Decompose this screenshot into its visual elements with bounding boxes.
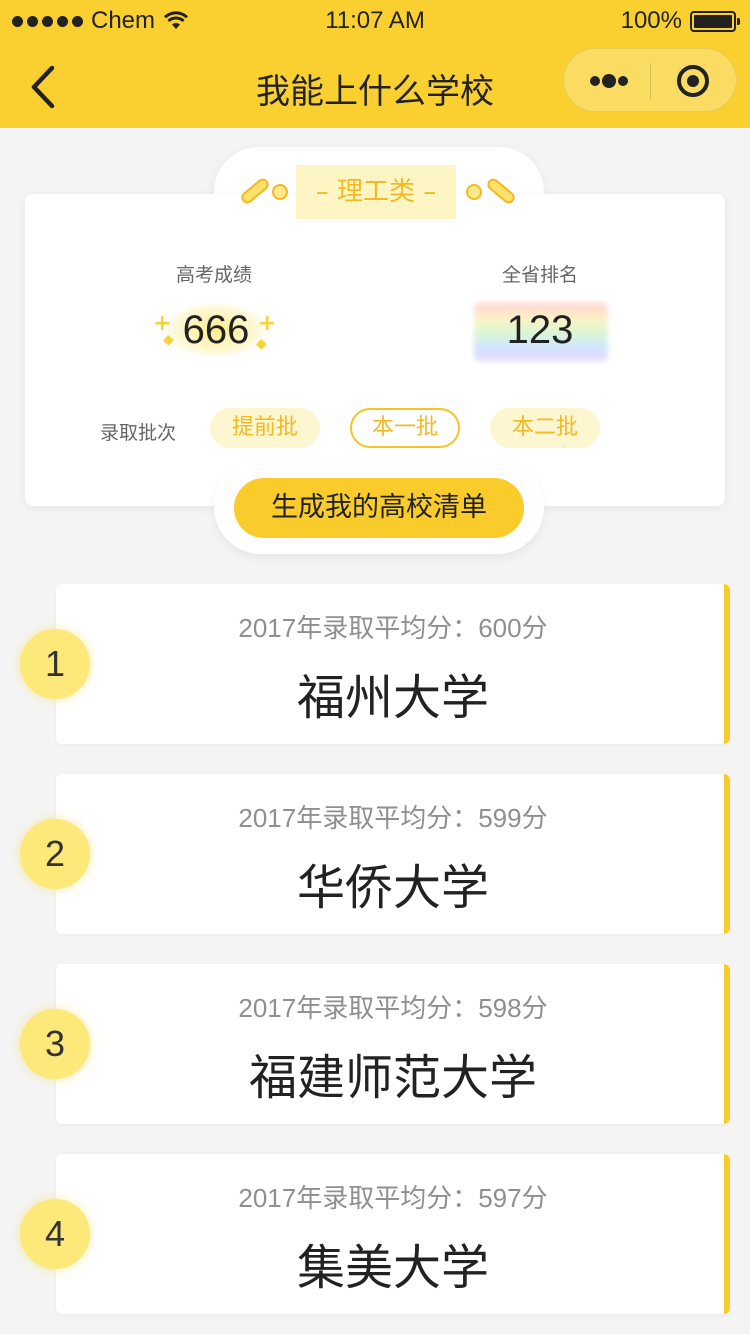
- pencil-decoration-icon: [466, 178, 515, 204]
- mini-program-capsule: [563, 48, 737, 112]
- close-button[interactable]: [651, 49, 738, 113]
- batch-option-tiqian[interactable]: 提前批: [210, 408, 320, 448]
- school-average-score: 2017年录取平均分：598分: [238, 993, 548, 1023]
- status-bar: Chem 11:07 AM 100%: [0, 0, 750, 42]
- school-item-2[interactable]: 2017年录取平均分：599分 华侨大学: [56, 774, 730, 934]
- batch-option-benyi[interactable]: 本一批: [350, 408, 460, 448]
- batch-option-bener[interactable]: 本二批: [490, 408, 600, 448]
- rank-badge: 4: [20, 1199, 90, 1269]
- score-value: 666: [182, 308, 250, 352]
- school-item-4[interactable]: 2017年录取平均分：597分 集美大学: [56, 1154, 730, 1314]
- target-icon: [677, 65, 709, 97]
- batch-label: 录取批次: [100, 422, 177, 444]
- school-item-3[interactable]: 2017年录取平均分：598分 福建师范大学: [56, 964, 730, 1124]
- top-bar: Chem 11:07 AM 100% 我能上什么学校: [0, 0, 750, 128]
- score-label: 高考成绩: [175, 264, 252, 286]
- school-name: 福建师范大学: [248, 1050, 537, 1106]
- school-item-1[interactable]: 2017年录取平均分：600分 福州大学: [56, 584, 730, 744]
- battery-percent: 100%: [620, 7, 682, 34]
- rank-badge: 1: [20, 629, 90, 699]
- rank-label: 全省排名: [501, 264, 578, 286]
- school-average-score: 2017年录取平均分：597分: [238, 1183, 548, 1213]
- pencil-decoration-icon: [241, 178, 288, 204]
- school-name: 华侨大学: [296, 860, 489, 916]
- school-name: 集美大学: [296, 1240, 489, 1296]
- school-average-score: 2017年录取平均分：599分: [238, 803, 548, 833]
- category-tag[interactable]: – 理工类 –: [296, 165, 456, 219]
- card-accent-edge: [724, 584, 730, 744]
- rank-badge: 2: [20, 819, 90, 889]
- status-right: 100%: [620, 7, 740, 35]
- battery-icon: [690, 10, 740, 32]
- more-button[interactable]: [564, 49, 650, 113]
- card-accent-edge: [724, 1154, 730, 1314]
- school-name: 福州大学: [296, 670, 489, 726]
- school-average-score: 2017年录取平均分：600分: [238, 613, 548, 643]
- rank-badge: 3: [20, 1009, 90, 1079]
- card-accent-edge: [724, 964, 730, 1124]
- card-accent-edge: [724, 774, 730, 934]
- rank-value: 123: [506, 308, 574, 352]
- generate-list-button[interactable]: 生成我的高校清单: [234, 478, 524, 538]
